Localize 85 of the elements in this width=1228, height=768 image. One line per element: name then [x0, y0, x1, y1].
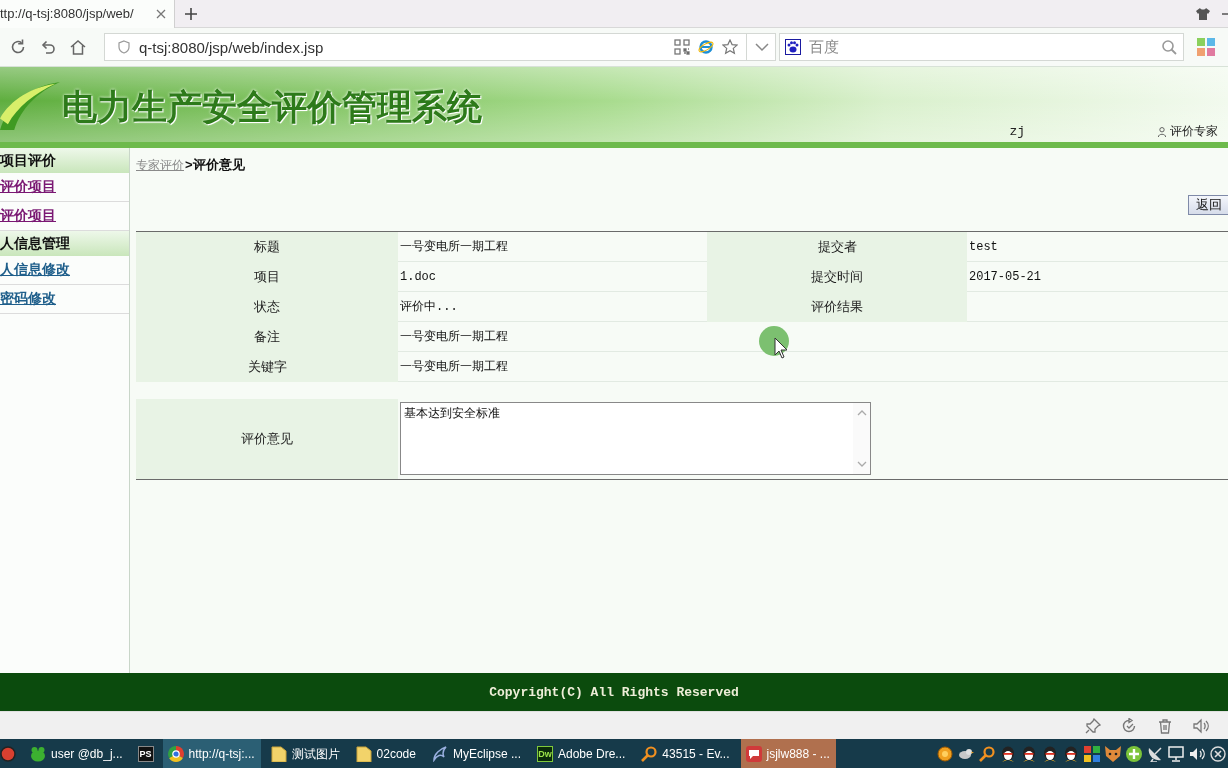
- sidebar-link[interactable]: 密码修改: [0, 290, 56, 308]
- field-value: 一号变电所一期工程: [398, 232, 707, 262]
- copyright-text: Copyright(C) All Rights Reserved: [489, 684, 739, 700]
- monitor-icon[interactable]: [1168, 746, 1184, 762]
- close-icon[interactable]: [156, 8, 166, 19]
- cursor-icon: [759, 326, 791, 362]
- home-icon[interactable]: [70, 39, 86, 55]
- menu-section-header[interactable]: 人信息管理: [0, 231, 129, 256]
- user-icon: [1157, 126, 1167, 137]
- undo-icon[interactable]: [40, 39, 56, 55]
- field-value: 2017-05-21: [967, 262, 1228, 292]
- field-label: 项目: [136, 262, 398, 292]
- taskbar-button[interactable]: 02code: [350, 739, 422, 768]
- minimize-icon[interactable]: [1222, 12, 1228, 15]
- taskbar-button[interactable]: MyEclipse ...: [426, 739, 527, 768]
- breadcrumb-link[interactable]: 专家评价: [136, 157, 184, 174]
- swoosh-logo-icon: [0, 80, 60, 130]
- field-label: 评价意见: [136, 399, 398, 479]
- field-label: 提交时间: [707, 262, 967, 292]
- shield-icon: [117, 40, 131, 54]
- search-icon[interactable]: [1161, 39, 1177, 55]
- username-text: zj: [1009, 124, 1025, 139]
- taskbar-button[interactable]: 43515 - Ev...: [636, 739, 736, 768]
- color-wheel-icon: [167, 746, 184, 762]
- field-label: 提交者: [707, 232, 967, 262]
- sidebar-link[interactable]: 评价项目: [0, 178, 56, 196]
- app-title: 电力生产安全评价管理系统: [62, 86, 482, 129]
- taskbar-button[interactable]: 测试图片: [265, 739, 346, 768]
- penguin-icon[interactable]: [1021, 746, 1037, 762]
- paw-icon: [785, 39, 801, 55]
- breadcrumb-current: >评价意见: [185, 156, 245, 174]
- shirt-icon[interactable]: [1196, 6, 1210, 21]
- bird-icon[interactable]: [958, 746, 974, 762]
- new-tab-icon[interactable]: [185, 7, 197, 20]
- app-tile-icon: PS: [137, 746, 154, 762]
- frog-icon: [30, 746, 46, 762]
- field-value: 评价中...: [398, 292, 707, 322]
- taskbar-button[interactable]: user @db_j...: [25, 739, 129, 768]
- field-value: 1.doc: [398, 262, 707, 292]
- penguin-icon[interactable]: [1000, 746, 1016, 762]
- folder-icon: [270, 746, 287, 762]
- taskbar-button[interactable]: jsjlw888 - ...: [740, 739, 836, 768]
- dish-icon[interactable]: [1147, 746, 1163, 762]
- pin-icon[interactable]: [1085, 717, 1101, 734]
- trash-icon[interactable]: [1157, 717, 1173, 734]
- taskbar-button[interactable]: http://q-tsj:...: [162, 739, 261, 768]
- folder-icon: [355, 746, 372, 762]
- disk-icon[interactable]: [937, 746, 953, 762]
- chevron-down-icon[interactable]: [755, 40, 769, 54]
- apps-grid-icon[interactable]: [1197, 38, 1215, 56]
- face-icon[interactable]: [1105, 746, 1121, 762]
- menu-section-header[interactable]: 项目评价: [0, 148, 129, 173]
- qr-code-icon[interactable]: [674, 39, 690, 55]
- swirl-icon: [431, 746, 448, 762]
- magnifier-icon[interactable]: [979, 746, 995, 762]
- browser-tab[interactable]: ttp://q-tsj:8080/jsp/web/: [0, 0, 175, 28]
- search-field[interactable]: 百度: [779, 33, 1184, 61]
- rotate-icon[interactable]: [1121, 717, 1137, 734]
- penguin-icon[interactable]: [1042, 746, 1058, 762]
- field-label: 关键字: [136, 352, 398, 382]
- field-label: 备注: [136, 322, 398, 352]
- penguin-icon[interactable]: [1063, 746, 1079, 762]
- plus-icon[interactable]: [1126, 746, 1142, 762]
- opinion-textarea[interactable]: 基本达到安全标准: [400, 402, 871, 475]
- field-value: 一号变电所一期工程: [398, 352, 1228, 382]
- speaker-icon[interactable]: [1189, 746, 1205, 762]
- sidebar-link[interactable]: 评价项目: [0, 207, 56, 225]
- ball-icon: [0, 746, 16, 762]
- field-label: 状态: [136, 292, 398, 322]
- magnifier-icon: [641, 746, 658, 762]
- field-label: 评价结果: [707, 292, 967, 322]
- refresh-icon[interactable]: [10, 39, 26, 55]
- user-role: 评价专家: [1170, 123, 1218, 140]
- taskbar-button[interactable]: Dw Adobe Dre...: [532, 739, 632, 768]
- app-tile-icon: Dw: [537, 746, 553, 762]
- orbit-icon[interactable]: [698, 39, 714, 55]
- address-field[interactable]: q-tsj:8080/jsp/web/index.jsp: [104, 33, 776, 61]
- chat-bubble-icon: [745, 746, 762, 762]
- field-value: test: [967, 232, 1228, 262]
- star-icon[interactable]: [722, 39, 738, 55]
- field-label: 标题: [136, 232, 398, 262]
- taskbar-button[interactable]: PS: [133, 739, 158, 768]
- grid-icon[interactable]: [1084, 746, 1100, 762]
- sidebar-link[interactable]: 人信息修改: [0, 261, 70, 279]
- back-button[interactable]: 返回: [1188, 195, 1228, 215]
